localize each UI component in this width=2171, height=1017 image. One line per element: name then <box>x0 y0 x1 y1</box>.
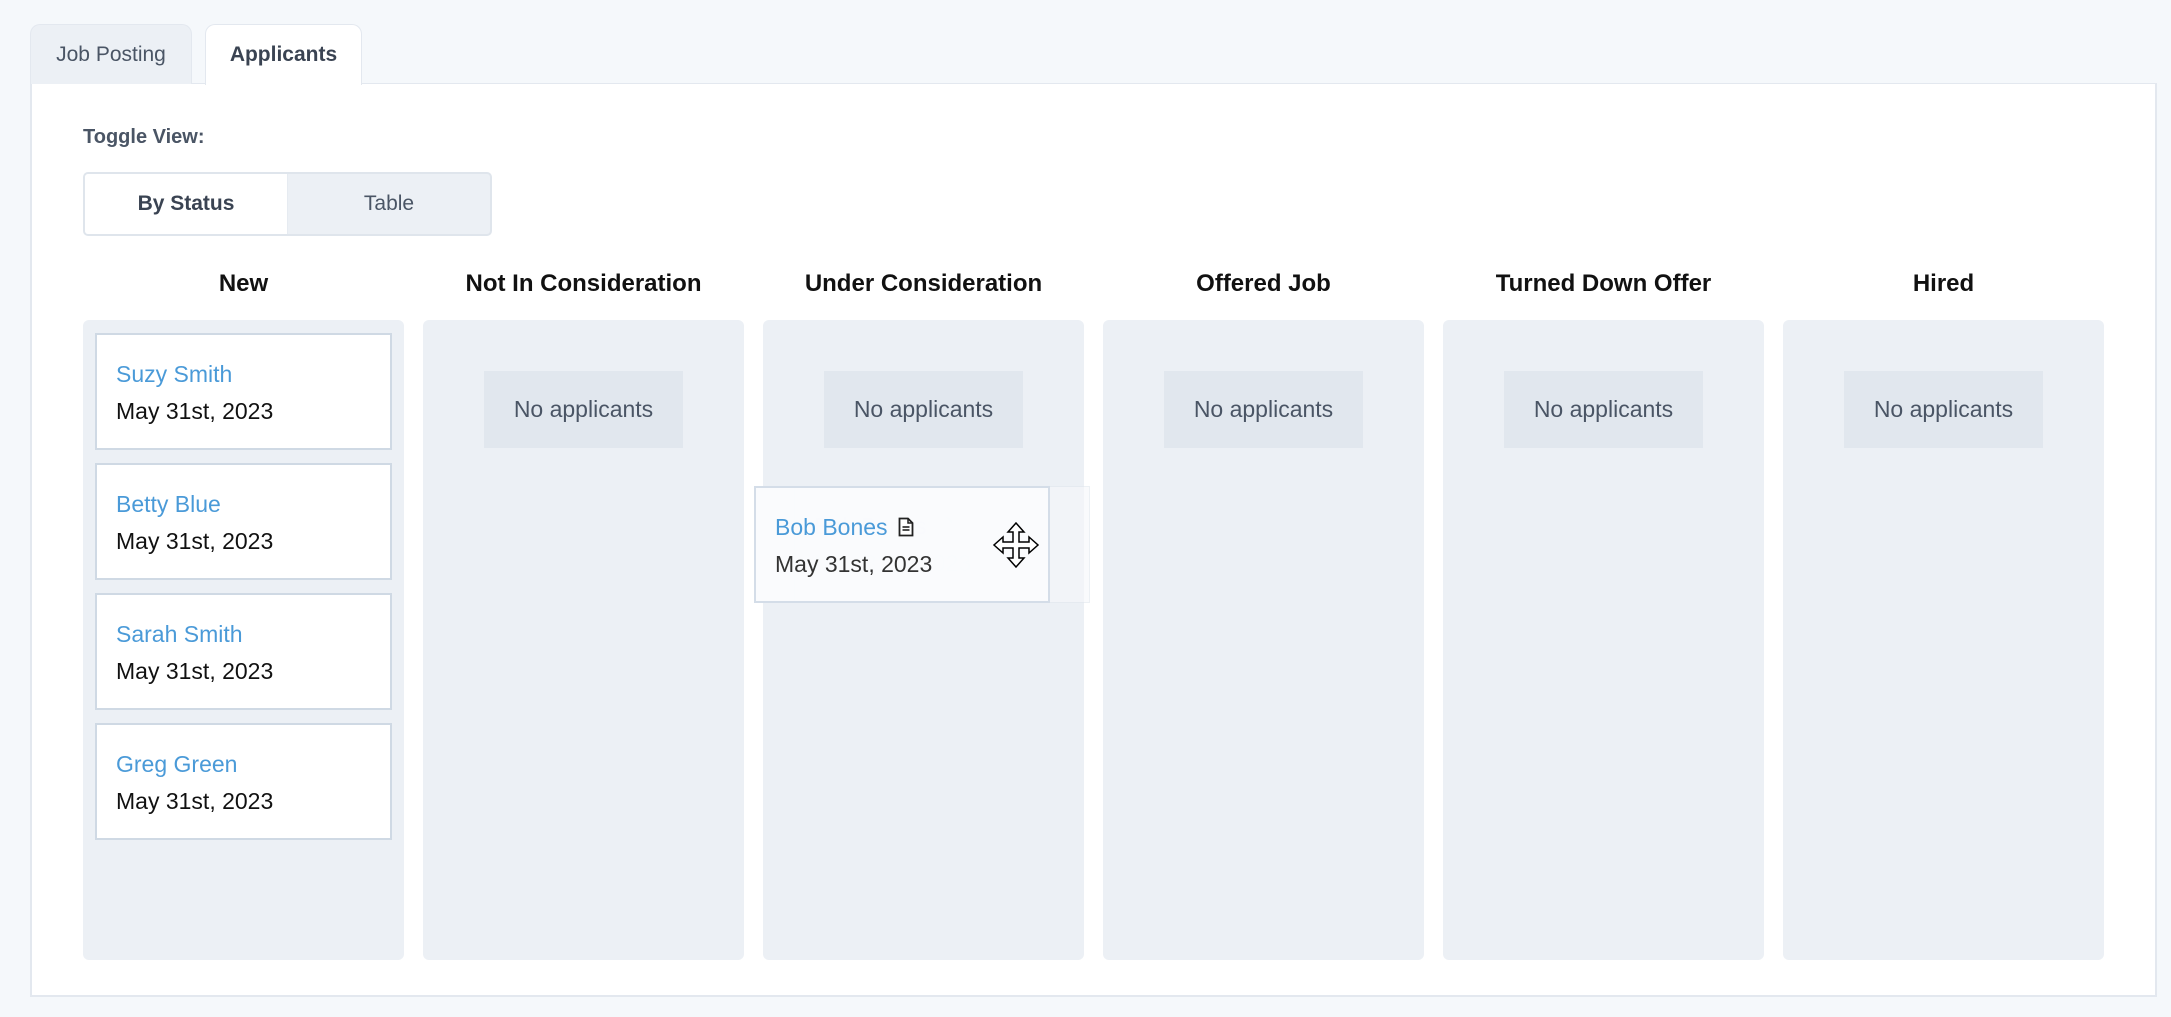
applicants-panel: Toggle View: By Status Table New Suzy Sm… <box>30 83 2157 997</box>
column-title: Hired <box>1912 270 1975 297</box>
column-title: Turned Down Offer <box>1495 270 1712 297</box>
applicant-date: May 31st, 2023 <box>116 788 274 814</box>
column-dropzone[interactable]: Suzy Smith May 31st, 2023 Betty Blue May… <box>83 320 404 960</box>
applicant-card[interactable]: Betty Blue May 31st, 2023 <box>95 463 392 580</box>
column-hired: Hired No applicants <box>1783 264 2104 960</box>
dragged-applicant-card[interactable]: Bob Bones May 31st, 2023 <box>754 486 1050 603</box>
applicant-name-link[interactable]: Greg Green <box>116 747 371 781</box>
kanban-board: New Suzy Smith May 31st, 2023 Betty Blue… <box>83 264 2104 960</box>
toggle-table-button[interactable]: Table <box>288 174 490 234</box>
toggle-view-label: Toggle View: <box>83 126 205 148</box>
applicant-name-link[interactable]: Bob Bones <box>775 510 888 544</box>
column-dropzone[interactable]: No applicants <box>423 320 744 960</box>
tab-bar: Job Posting Applicants <box>30 24 362 85</box>
view-toggle: By Status Table <box>83 172 492 236</box>
column-dropzone[interactable]: No applicants Bob Bones May 31st, 2023 <box>754 320 1090 960</box>
column-offered-job: Offered Job No applicants <box>1103 264 1424 960</box>
column-title: Offered Job <box>1196 270 1331 297</box>
tab-applicants[interactable]: Applicants <box>205 24 362 85</box>
column-not-in-consideration: Not In Consideration No applicants <box>423 264 744 960</box>
empty-state: No applicants <box>1164 371 1363 448</box>
empty-state: No applicants <box>484 371 683 448</box>
column-title: Under Consideration <box>804 270 1043 297</box>
column-under-consideration: Under Consideration No applicants Bob Bo… <box>754 264 1090 960</box>
empty-state: No applicants <box>1504 371 1703 448</box>
column-dropzone[interactable]: No applicants <box>1443 320 1764 960</box>
column-dropzone[interactable]: No applicants <box>1783 320 2104 960</box>
applicant-date: May 31st, 2023 <box>116 528 274 554</box>
document-icon[interactable] <box>898 517 914 537</box>
applicant-date: May 31st, 2023 <box>116 658 274 684</box>
column-title: Not In Consideration <box>465 270 702 297</box>
page: Job Posting Applicants Toggle View: By S… <box>0 0 2171 1017</box>
column-title: New <box>218 270 269 297</box>
tab-job-posting[interactable]: Job Posting <box>30 24 192 84</box>
column-turned-down-offer: Turned Down Offer No applicants <box>1443 264 1764 960</box>
column-new: New Suzy Smith May 31st, 2023 Betty Blue… <box>83 264 404 960</box>
empty-state: No applicants <box>1844 371 2043 448</box>
empty-state: No applicants <box>824 371 1023 448</box>
applicant-card[interactable]: Sarah Smith May 31st, 2023 <box>95 593 392 710</box>
applicant-name-link[interactable]: Betty Blue <box>116 487 371 521</box>
applicant-date: May 31st, 2023 <box>775 551 933 577</box>
applicant-card[interactable]: Suzy Smith May 31st, 2023 <box>95 333 392 450</box>
column-dropzone[interactable]: No applicants <box>1103 320 1424 960</box>
applicant-date: May 31st, 2023 <box>116 398 274 424</box>
applicant-name-link[interactable]: Suzy Smith <box>116 357 371 391</box>
applicant-card[interactable]: Greg Green May 31st, 2023 <box>95 723 392 840</box>
toggle-by-status-button[interactable]: By Status <box>85 174 288 234</box>
applicant-name-link[interactable]: Sarah Smith <box>116 617 371 651</box>
